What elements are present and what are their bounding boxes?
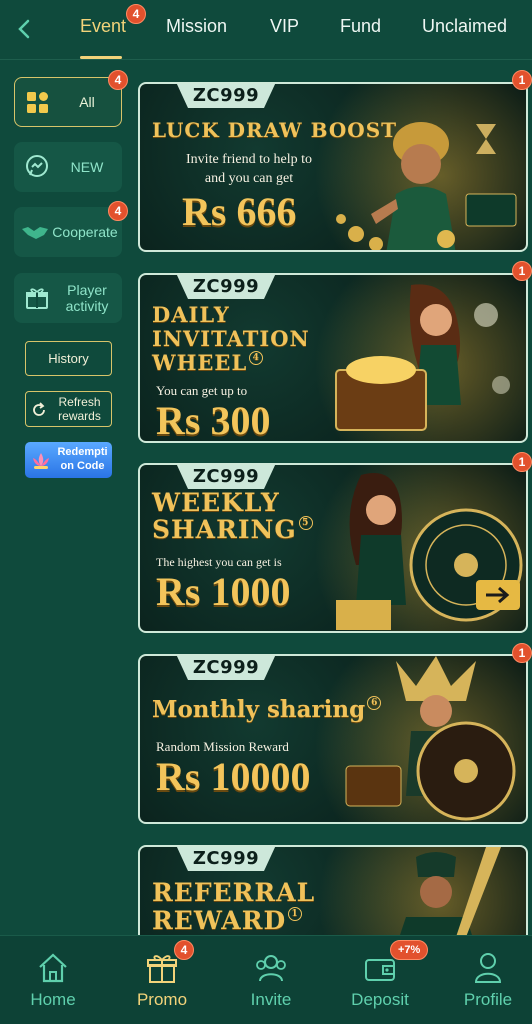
sidebar-item-label: Player activity bbox=[65, 282, 109, 314]
deposit-bonus-badge: +7% bbox=[390, 940, 429, 960]
warrior-illustration bbox=[396, 847, 501, 945]
refresh-rewards-label: Refresh rewards bbox=[58, 395, 101, 423]
banner-amount: Rs 666 bbox=[182, 189, 297, 234]
genie-illustration bbox=[336, 122, 517, 250]
zc999-logo: ZC999 bbox=[176, 656, 276, 680]
tab-mission[interactable]: Mission bbox=[166, 16, 227, 37]
sidebar-item-player-activity[interactable]: Player activity bbox=[14, 273, 122, 323]
nav-label: Deposit bbox=[351, 990, 409, 1009]
handshake-icon bbox=[22, 227, 48, 239]
promo-badge: 4 bbox=[174, 940, 194, 960]
profile-icon bbox=[474, 953, 502, 983]
cooperate-badge: 4 bbox=[108, 201, 128, 221]
nav-invite[interactable]: Invite bbox=[218, 936, 324, 1024]
banner-monthly-sharing[interactable]: ZC999 Monthly sharing 6 Random Mission Re… bbox=[138, 654, 528, 824]
banner-daily-invitation-wheel[interactable]: ZC999 DAILY INVITATION WHEEL 4 You can ge… bbox=[138, 273, 528, 443]
sidebar-item-label: NEW bbox=[70, 159, 104, 175]
event-tab-badge: 4 bbox=[126, 4, 146, 24]
banner-subtitle: Invite friend to help to and you can get bbox=[186, 152, 312, 186]
nav-label: Invite bbox=[250, 990, 292, 1009]
banner-amount: Rs 1000 bbox=[156, 569, 291, 614]
tab-fund[interactable]: Fund bbox=[340, 16, 381, 37]
redemption-code-button[interactable]: Redempti on Code bbox=[25, 442, 112, 478]
banner-number: 5 bbox=[298, 516, 313, 530]
zc999-logo: ZC999 bbox=[176, 84, 276, 108]
nav-label: Profile bbox=[463, 990, 513, 1009]
nav-label: Home bbox=[30, 990, 76, 1009]
tab-unclaimed[interactable]: Unclaimed bbox=[422, 16, 507, 37]
nav-home[interactable]: Home bbox=[0, 936, 106, 1024]
banner-number: 4 bbox=[249, 351, 264, 365]
refresh-rewards-button[interactable]: Refresh rewards bbox=[25, 391, 112, 427]
tab-vip[interactable]: VIP bbox=[270, 16, 299, 37]
banner-referral-reward[interactable]: ZC999 REFERRAL REWARD 1 bbox=[138, 845, 528, 945]
sidebar-item-label: Cooperate bbox=[52, 224, 118, 240]
nav-label: Promo bbox=[136, 990, 188, 1009]
banner-amount: Rs 10000 bbox=[156, 754, 311, 799]
banner-weekly-sharing[interactable]: ZC999 WEEKLY SHARING 5 The highest you ca… bbox=[138, 463, 528, 633]
banner-amount: Rs 300 bbox=[156, 398, 271, 443]
banner-luck-draw-boost[interactable]: ZC999 LUCK DRAW BOOST Invite friend to h… bbox=[138, 82, 528, 252]
nav-profile[interactable]: Profile bbox=[435, 936, 532, 1024]
gift-box-icon bbox=[26, 288, 48, 309]
all-badge: 4 bbox=[108, 70, 128, 90]
back-button[interactable] bbox=[10, 14, 38, 44]
refresh-icon bbox=[33, 402, 45, 416]
sidebar-item-new[interactable]: NEW bbox=[14, 142, 122, 192]
sidebar-item-label: All bbox=[79, 94, 95, 110]
banner-badge: 1 bbox=[512, 70, 532, 90]
banner-title: REFERRAL REWARD 1 bbox=[152, 878, 316, 935]
nav-promo[interactable]: Promo bbox=[109, 936, 215, 1024]
banner-badge: 1 bbox=[512, 452, 532, 472]
chat-bubble-icon bbox=[26, 155, 48, 177]
banner-badge: 1 bbox=[512, 261, 532, 281]
invite-people-icon bbox=[256, 955, 286, 982]
wheel-woman-illustration bbox=[336, 473, 523, 630]
zc999-logo: ZC999 bbox=[176, 847, 276, 871]
banner-number: 1 bbox=[288, 907, 303, 921]
chevron-left-icon bbox=[18, 19, 30, 39]
bottom-navigation: Home Promo 4 Invite Deposit +7% Profile bbox=[0, 935, 532, 1024]
banner-title: DAILY INVITATION WHEEL 4 bbox=[152, 302, 310, 375]
banner-badge: 1 bbox=[512, 643, 532, 663]
treasure-woman-illustration bbox=[335, 284, 510, 431]
redemption-code-label: Redempti on Code bbox=[57, 446, 108, 472]
banner-title: WEEKLY SHARING 5 bbox=[152, 489, 322, 543]
home-icon bbox=[39, 953, 67, 983]
history-button[interactable]: History bbox=[25, 341, 112, 376]
top-tab-bar: Event 4 Mission VIP Fund Unclaimed bbox=[0, 0, 532, 60]
zc999-logo: ZC999 bbox=[176, 465, 276, 489]
active-tab-indicator bbox=[80, 56, 122, 59]
sidebar-item-all[interactable]: All bbox=[14, 77, 122, 127]
zc999-logo: ZC999 bbox=[176, 275, 276, 299]
tab-event[interactable]: Event bbox=[80, 16, 126, 37]
sidebar-item-cooperate[interactable]: Cooperate bbox=[14, 207, 122, 257]
feather-woman-illustration bbox=[345, 656, 516, 821]
grid-icon bbox=[27, 92, 48, 113]
lotus-icon bbox=[33, 453, 49, 469]
